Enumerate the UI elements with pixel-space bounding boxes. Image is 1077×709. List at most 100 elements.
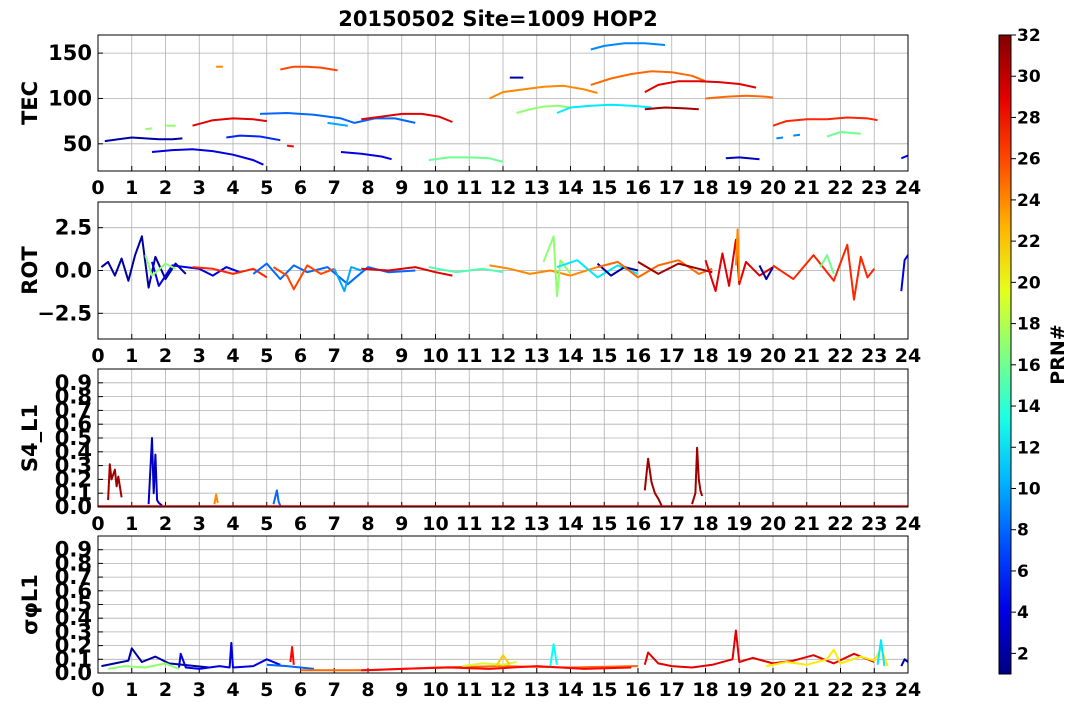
series-line-prn-25 [590, 70, 706, 86]
series-line-prn-8 [266, 663, 315, 670]
x-tick-label: 14 [557, 513, 583, 535]
x-tick-label: 1 [125, 177, 138, 199]
x-tick-label: 0 [91, 513, 104, 535]
colorbar-tick-label: 6 [1017, 562, 1029, 582]
x-tick-label: 5 [260, 679, 273, 701]
colorbar-tick-label: 2 [1017, 644, 1029, 664]
colorbar-tick-label: 28 [1017, 108, 1041, 128]
x-tick-label: 6 [294, 345, 307, 367]
series-line-prn-9 [776, 136, 784, 140]
colorbar-tick-label: 10 [1017, 479, 1041, 499]
y-tick-label: 150 [48, 41, 92, 65]
x-tick-label: 18 [692, 177, 718, 199]
colorbar-tick-label: 18 [1017, 315, 1041, 335]
x-tick-label: 16 [625, 345, 651, 367]
x-tick-label: 0 [91, 345, 104, 367]
x-tick-label: 9 [395, 679, 408, 701]
x-tick-label: 13 [524, 679, 550, 701]
colorbar-tick-label: 16 [1017, 356, 1041, 376]
series-line-prn-2 [104, 136, 183, 143]
x-tick-label: 23 [861, 177, 887, 199]
colorbar-gradient [998, 34, 1012, 675]
x-tick-label: 20 [760, 679, 786, 701]
y-tick-label: 0.0 [55, 259, 92, 283]
series-line-prn-27 [772, 116, 878, 127]
x-tick-label: 1 [125, 513, 138, 535]
series-line-prn-3 [725, 156, 760, 161]
x-tick-label: 2 [159, 345, 172, 367]
y-tick-label: 50 [63, 132, 92, 156]
series-line-prn-2 [100, 235, 187, 289]
series-group [104, 42, 908, 166]
x-tick-label: 3 [193, 513, 206, 535]
series-line-prn-13 [549, 643, 558, 667]
series-line-prn-31 [107, 463, 123, 501]
series-line-prn-31 [691, 446, 704, 505]
x-tick-label: 24 [895, 177, 921, 199]
y-tick-label: 0.9 [55, 538, 92, 562]
x-tick-label: 10 [422, 345, 448, 367]
x-tick-label: 7 [328, 345, 341, 367]
colorbar-tick-label: 26 [1017, 150, 1041, 170]
x-tick-label: 11 [456, 345, 482, 367]
x-tick-label: 12 [490, 345, 516, 367]
colorbar-tick-label: 20 [1017, 273, 1041, 293]
colorbar-tick-label: 12 [1017, 438, 1041, 458]
series-group [101, 629, 908, 672]
series-line-prn-10 [327, 121, 348, 127]
x-tick-label: 11 [456, 177, 482, 199]
x-tick-label: 22 [827, 679, 853, 701]
x-tick-label: 12 [490, 177, 516, 199]
x-tick-label: 15 [591, 345, 617, 367]
x-tick-label: 8 [361, 513, 374, 535]
x-tick-label: 4 [226, 177, 239, 199]
y-axis-label: ROT [18, 246, 42, 295]
x-tick-label: 8 [361, 177, 374, 199]
x-tick-label: 11 [456, 513, 482, 535]
x-tick-label: 4 [226, 679, 239, 701]
colorbar-tick-label: 32 [1017, 26, 1041, 46]
x-tick-label: 22 [827, 177, 853, 199]
x-tick-label: 23 [861, 513, 887, 535]
x-tick-label: 17 [659, 177, 685, 199]
x-tick-label: 6 [294, 679, 307, 701]
x-tick-label: 5 [260, 345, 273, 367]
series-line-prn-27 [772, 243, 876, 301]
x-tick-label: 13 [524, 177, 550, 199]
x-tick-label: 10 [422, 177, 448, 199]
x-tick-label: 12 [490, 679, 516, 701]
x-tick-label: 13 [524, 513, 550, 535]
series-line-prn-15 [428, 266, 504, 274]
series-line-prn-24 [489, 84, 598, 100]
x-tick-label: 14 [557, 345, 583, 367]
x-tick-label: 20 [760, 345, 786, 367]
x-tick-label: 15 [591, 679, 617, 701]
colorbar-label: PRN# [1047, 324, 1069, 384]
series-line-prn-21 [766, 647, 889, 668]
y-axis-label: σφL1 [18, 574, 42, 635]
x-tick-label: 20 [760, 177, 786, 199]
x-tick-label: 14 [557, 679, 583, 701]
colorbar: 2468101214161820222426283032PRN# [998, 26, 1069, 675]
x-tick-label: 6 [294, 513, 307, 535]
x-tick-label: 20 [760, 513, 786, 535]
x-tick-label: 23 [861, 345, 887, 367]
x-tick-label: 19 [726, 177, 752, 199]
figure: 20150502 Site=1009 HOP2 0 1 2 3 4 5 6 7 8 9 10 11 12… [18, 7, 1069, 701]
x-tick-label: 24 [895, 679, 921, 701]
series-line-prn-28 [289, 646, 295, 665]
x-tick-label: 12 [490, 513, 516, 535]
x-tick-label: 21 [794, 345, 820, 367]
figure-title: 20150502 Site=1009 HOP2 [338, 7, 658, 31]
series-line-prn-17 [516, 104, 571, 114]
x-tick-label: 17 [659, 513, 685, 535]
y-tick-label: 2.5 [55, 216, 92, 240]
x-tick-label: 10 [422, 513, 448, 535]
series-line-prn-17 [144, 254, 177, 277]
y-tick-label: 100 [48, 86, 92, 110]
x-tick-label: 6 [294, 177, 307, 199]
colorbar-tick-label: 14 [1017, 397, 1041, 417]
colorbar-tick-label: 30 [1017, 67, 1041, 87]
x-tick-label: 11 [456, 679, 482, 701]
x-tick-label: 18 [692, 679, 718, 701]
